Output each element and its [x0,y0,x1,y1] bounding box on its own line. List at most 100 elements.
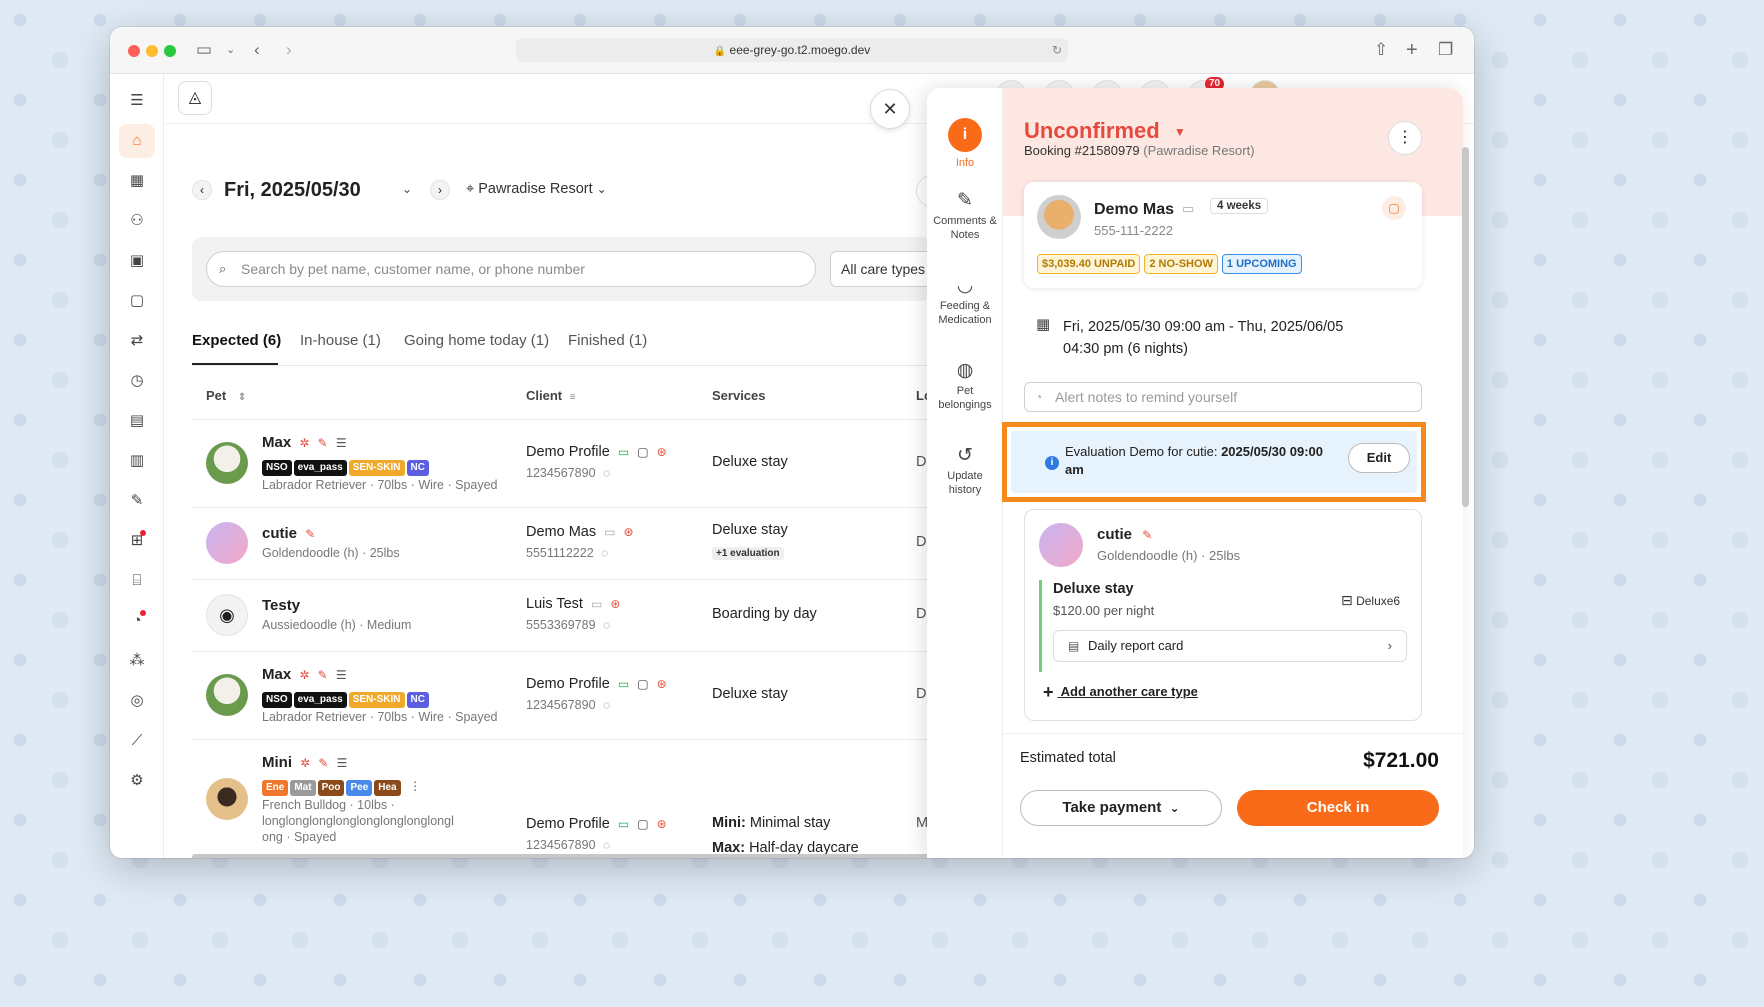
back-icon[interactable]: ‹ [254,39,260,61]
calendar-icon[interactable]: ▦ [119,164,155,198]
settings-icon[interactable]: ⚙ [119,764,155,798]
reload-icon[interactable]: ↻ [1052,38,1062,62]
bank-icon[interactable]: ⌸ [119,564,155,598]
dog-placeholder-icon: ◉ [206,594,248,636]
drawer-scrollbar[interactable] [1462,147,1469,507]
take-payment-button[interactable]: Take payment ⌄ [1020,790,1222,826]
pet-name[interactable]: Max ✲ ✎ ☰ [262,434,347,451]
message-icon[interactable]: ◌ [603,466,610,480]
clipboard-icon[interactable]: ▥ [119,444,155,478]
tab-finished[interactable]: Finished (1) [568,332,647,349]
nav-feeding-medication[interactable]: ◡ Feeding & Medication [927,276,1003,327]
address-bar[interactable]: 🔒 eee-grey-go.t2.moego.dev ↻ [516,38,1068,62]
client-name[interactable]: Demo Profile ▭ ▢ ⊛ [526,816,667,832]
client-name[interactable]: Demo Profile ▭ ▢ ⊛ [526,676,667,692]
no-show-badge[interactable]: 2 NO-SHOW [1144,254,1218,274]
message-icon[interactable]: ◌ [603,698,610,712]
pet-name[interactable]: Testy [262,597,300,614]
location-pin-icon: ⌖ [466,181,475,197]
daily-report-card-addon[interactable]: ▤ Daily report card › [1053,630,1407,662]
service-price: $120.00 per night [1053,603,1154,618]
home-icon[interactable]: ⌂ [119,124,155,158]
tab-going-home-today[interactable]: Going home today (1) [404,332,549,349]
pet-meta-line2: longlonglonglonglonglonglonglongl [262,814,454,828]
staff-icon[interactable]: ⁂ [119,644,155,678]
close-drawer-button[interactable]: ✕ [870,89,910,129]
workflow-icon[interactable]: ⇄ [119,324,155,358]
browser-window: ▭ ⌄ ‹ › 🔒 eee-grey-go.t2.moego.dev ↻ ⇧ +… [110,27,1474,858]
sidebar-toggle-icon[interactable]: ▭ [196,39,212,61]
new-tab-icon[interactable]: + [1406,39,1418,61]
client-card[interactable]: Demo Mas ▭ 4 weeks ▢ 555-111-2222 $3,039… [1024,182,1422,288]
client-name[interactable]: Demo Mas ▭ ⊛ [526,524,634,540]
message-icon[interactable]: ◌ [601,546,608,560]
service-pet-label: Mini: [712,815,746,831]
close-window-button[interactable] [128,45,140,57]
horizontal-scrollbar[interactable] [192,854,932,858]
message-icon[interactable]: ◌ [603,618,610,632]
care-type-filter[interactable]: All care types [830,251,940,287]
message-icon[interactable]: ◌ [603,838,610,852]
prev-day-button[interactable]: ‹ [192,180,212,200]
bookings-icon[interactable]: ⊞ [119,524,155,558]
support-icon[interactable]: ◎ [119,684,155,718]
clients-icon[interactable]: ⚇ [119,204,155,238]
lodging-icon[interactable]: ▣ [119,244,155,278]
client-name[interactable]: Demo Profile ▭ ▢ ⊛ [526,444,667,460]
check-in-button[interactable]: Check in [1237,790,1439,826]
nav-label: Feeding & [939,300,991,312]
nav-comments-notes[interactable]: ✎ Comments & Notes [927,191,1003,242]
zoom-window-button[interactable] [164,45,176,57]
client-phone: 1234567890 ◌ [526,698,610,712]
evaluation-highlight: i Evaluation Demo for cutie: 2025/05/30 … [1002,422,1426,502]
pet-name[interactable]: Mini ✲ ✎ ☰ [262,754,347,771]
app-logo[interactable]: ◬ [178,81,212,115]
alert-notes-placeholder: Alert notes to remind yourself [1055,389,1238,405]
marketing-icon[interactable]: ◔ [119,604,155,638]
share-icon[interactable]: ⇧ [1374,39,1388,61]
pet-tags: Ene Mat Poo Pee Hea ⋮ [262,777,421,796]
upcoming-badge[interactable]: 1 UPCOMING [1221,254,1302,274]
search-input[interactable]: ⌕ Search by pet name, customer name, or … [206,251,816,287]
pen-icon[interactable]: ✎ [119,484,155,518]
unpaid-badge[interactable]: $3,039.40 UNPAID [1037,254,1141,274]
reports-icon[interactable]: ⟋ [119,724,155,758]
service-name[interactable]: Deluxe stay [1053,581,1134,597]
location-selector[interactable]: ⌖ Pawradise Resort ⌄ [466,181,607,197]
chevron-down-icon[interactable]: ⌄ [226,39,235,61]
sort-icon[interactable]: ⇕ [238,392,246,403]
pet-name[interactable]: Max ✲ ✎ ☰ [262,666,347,683]
messages-icon[interactable]: ▢ [119,284,155,318]
chat-icon[interactable]: ▢ [1382,196,1406,220]
tab-in-house[interactable]: In-house (1) [300,332,381,349]
column-header-pet[interactable]: Pet ⇕ [206,388,246,403]
pet-name[interactable]: cutie ✎ [262,525,315,542]
minimize-window-button[interactable] [146,45,158,57]
lodging-assignment[interactable]: ⊟ Deluxe6 [1341,592,1400,609]
alert-notes-input[interactable]: ◔ Alert notes to remind yourself [1024,382,1422,412]
tab-overview-icon[interactable]: ❐ [1438,39,1453,61]
add-care-type-button[interactable]: + Add another care type [1043,682,1198,703]
nav-info[interactable]: i Info [927,118,1003,170]
more-tags-icon[interactable]: ⋮ [409,779,421,793]
forward-icon[interactable]: › [286,39,292,61]
edit-evaluation-button[interactable]: Edit [1348,443,1410,473]
nav-update-history[interactable]: ↺ Update history [927,446,1003,497]
tab-expected[interactable]: Expected (6) [192,332,281,349]
alarm-icon[interactable]: ◷ [119,364,155,398]
client-name[interactable]: Demo Mas [1094,201,1174,219]
store-icon[interactable]: ▤ [119,404,155,438]
tag-sen-skin: SEN-SKIN [348,692,405,708]
date-dropdown-icon[interactable]: ⌄ [402,182,412,196]
filter-icon[interactable]: ≡ [570,392,576,403]
more-options-button[interactable]: ⋮ [1388,121,1422,155]
pet-name[interactable]: cutie ✎ [1097,526,1152,543]
note-icon: ☰ [335,436,347,450]
next-day-button[interactable]: › [430,180,450,200]
nav-pet-belongings[interactable]: ◍ Pet belongings [927,361,1003,412]
stay-dates[interactable]: Fri, 2025/05/30 09:00 am - Thu, 2025/06/… [1063,316,1343,360]
client-name[interactable]: Luis Test ▭ ⊛ [526,596,620,612]
booking-status-dropdown[interactable]: Unconfirmed ▼ [1024,118,1186,144]
menu-icon[interactable]: ☰ [119,84,155,118]
column-header-client[interactable]: Client ≡ [526,388,576,403]
